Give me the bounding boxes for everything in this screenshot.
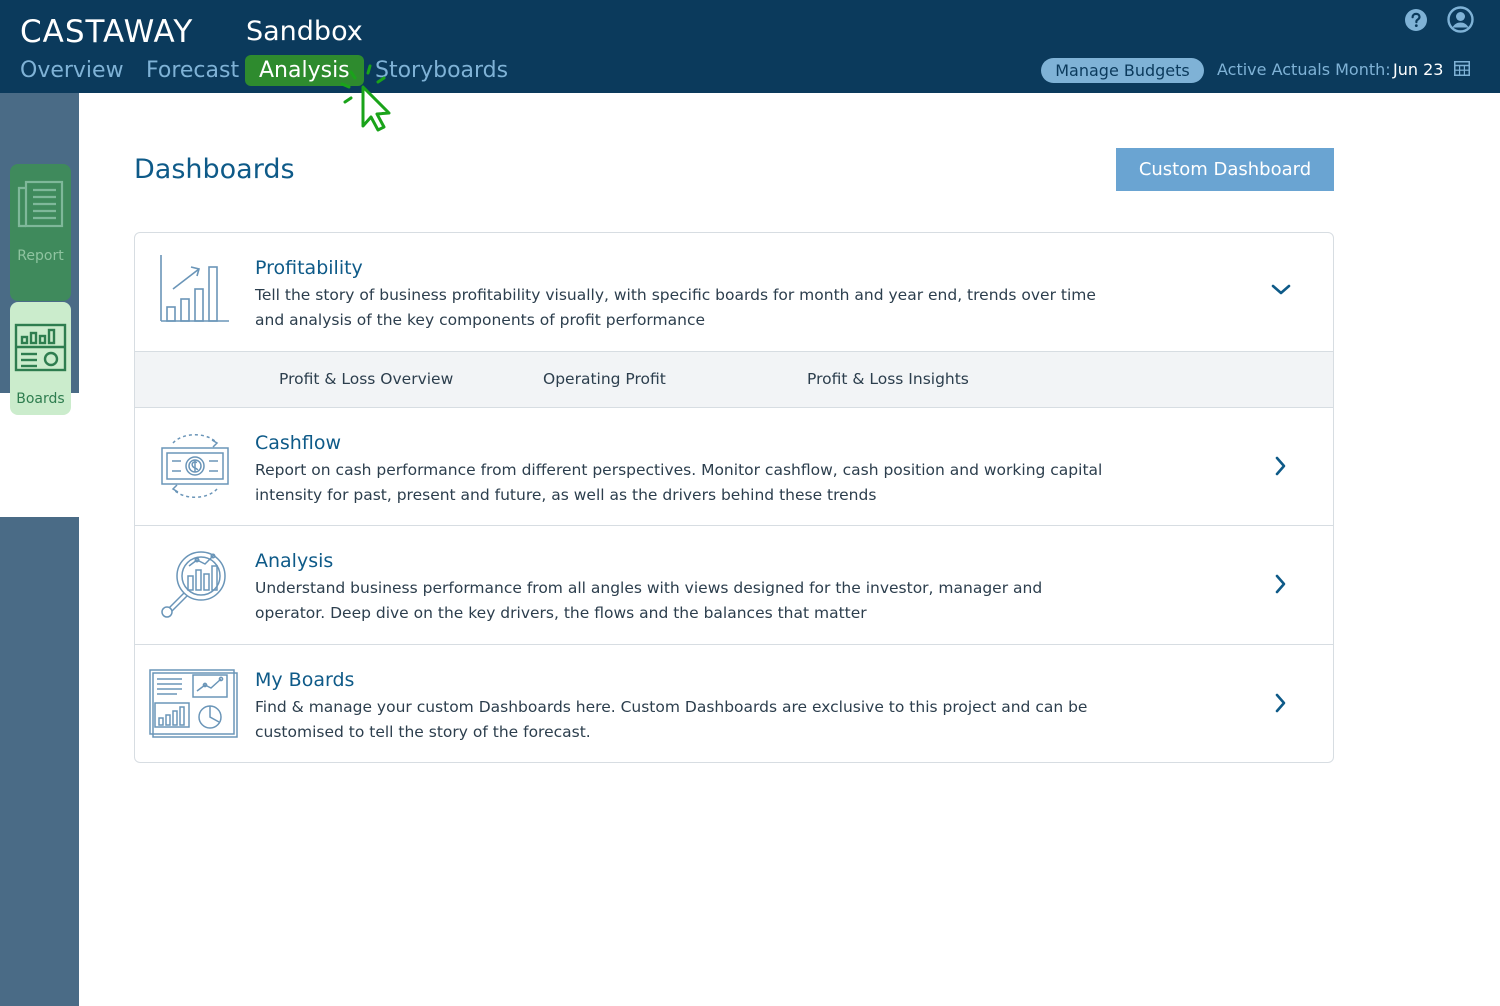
boards-dashboard-icon xyxy=(14,323,67,372)
section-description: Understand business performance from all… xyxy=(255,579,1043,622)
chevron-right-icon[interactable] xyxy=(1267,689,1295,717)
nav-overview[interactable]: Overview xyxy=(20,55,124,86)
subtab-pl-overview[interactable]: Profit & Loss Overview xyxy=(279,370,453,388)
section-description: Report on cash performance from differen… xyxy=(255,461,1103,504)
nav-forecast[interactable]: Forecast xyxy=(146,55,239,86)
sidebar-item-label: Report xyxy=(17,248,64,264)
section-analysis[interactable]: Analysis Understand business performance… xyxy=(135,526,1333,645)
sidebar-item-report[interactable]: Report xyxy=(10,164,71,301)
click-pointer-icon xyxy=(340,64,391,132)
dashboards-list: Profitability Tell the story of business… xyxy=(134,232,1334,763)
profitability-subtabs: Profit & Loss Overview Operating Profit … xyxy=(135,352,1333,408)
chevron-down-icon[interactable] xyxy=(1267,276,1295,304)
calendar-grid-icon[interactable] xyxy=(1454,61,1470,76)
custom-dashboard-button[interactable]: Custom Dashboard xyxy=(1116,148,1334,191)
chevron-right-icon[interactable] xyxy=(1267,452,1295,480)
section-my-boards[interactable]: My Boards Find & manage your custom Dash… xyxy=(135,645,1333,762)
sidebar-item-label: Boards xyxy=(16,391,65,407)
section-cashflow[interactable]: Cashflow Report on cash performance from… xyxy=(135,408,1333,526)
section-title: Analysis xyxy=(255,550,334,572)
section-description: Find & manage your custom Dashboards her… xyxy=(255,698,1088,741)
cash-cycle-icon xyxy=(161,434,229,498)
subtab-operating-profit[interactable]: Operating Profit xyxy=(543,370,666,388)
actuals-month-value: Jun 23 xyxy=(1393,60,1444,79)
section-profitability[interactable]: Profitability Tell the story of business… xyxy=(135,233,1333,352)
help-circle-icon[interactable] xyxy=(1404,8,1428,32)
custom-board-icon xyxy=(149,669,238,738)
section-title: Cashflow xyxy=(255,432,341,454)
report-document-icon xyxy=(17,180,64,228)
castaway-logo[interactable]: CASTAWAY xyxy=(20,14,193,50)
page-title: Dashboards xyxy=(134,154,295,185)
user-account-icon[interactable] xyxy=(1447,6,1474,33)
manage-budgets-button[interactable]: Manage Budgets xyxy=(1041,58,1204,83)
bar-chart-trend-icon xyxy=(160,255,229,322)
section-title: Profitability xyxy=(255,257,363,279)
actuals-month-label: Active Actuals Month: xyxy=(1217,60,1391,79)
sidebar-item-boards[interactable]: Boards xyxy=(10,302,71,415)
chevron-right-icon[interactable] xyxy=(1267,570,1295,598)
section-description: Tell the story of business profitability… xyxy=(255,286,1096,329)
magnifier-chart-icon xyxy=(161,551,226,618)
top-header: CASTAWAY Sandbox Overview Forecast Analy… xyxy=(0,0,1500,93)
section-title: My Boards xyxy=(255,669,355,691)
project-name: Sandbox xyxy=(246,16,363,47)
subtab-pl-insights[interactable]: Profit & Loss Insights xyxy=(807,370,969,388)
